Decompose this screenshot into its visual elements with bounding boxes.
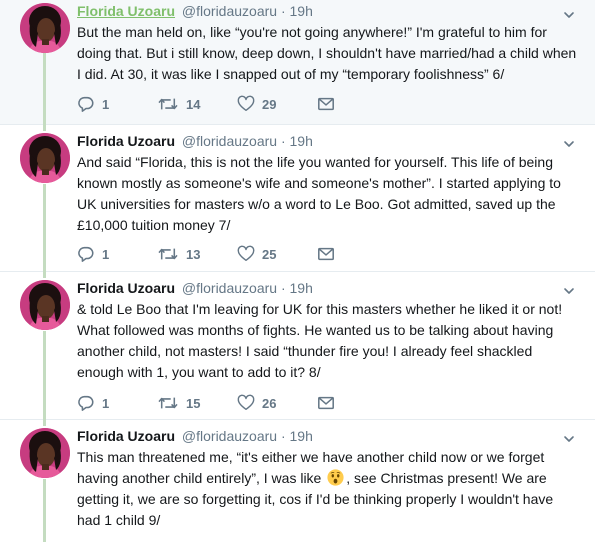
thread-line: [43, 420, 46, 426]
tweet-timestamp[interactable]: 19h: [290, 3, 313, 19]
reply-button[interactable]: 1: [77, 95, 157, 113]
chevron-down-icon[interactable]: [563, 137, 575, 149]
author-name[interactable]: Florida Uzoaru: [77, 428, 175, 444]
reply-count: 1: [102, 96, 110, 112]
avatar[interactable]: [20, 428, 70, 478]
tweet-text: But the man held on, like “you're not go…: [77, 24, 577, 82]
like-button[interactable]: 29: [237, 95, 317, 113]
avatar[interactable]: [20, 280, 70, 330]
retweet-button[interactable]: 13: [157, 245, 237, 263]
author-handle[interactable]: @floridauzoaru: [182, 133, 277, 149]
chevron-down-icon[interactable]: [563, 8, 575, 20]
thread-line: [43, 52, 46, 125]
tweet-header: Florida Uzoaru @floridauzoaru · 19h: [77, 428, 313, 444]
author-handle[interactable]: @floridauzoaru: [182, 280, 277, 296]
tweet-text: & told Le Boo that I'm leaving for UK fo…: [77, 301, 563, 380]
avatar[interactable]: [20, 133, 70, 183]
author-name[interactable]: Florida Uzoaru: [77, 133, 175, 149]
avatar[interactable]: [20, 3, 70, 53]
like-button[interactable]: 26: [237, 394, 317, 412]
reply-icon: [77, 394, 95, 412]
like-button[interactable]: 25: [237, 245, 317, 263]
thread-line: [43, 479, 46, 542]
tweet-timestamp[interactable]: 19h: [290, 428, 313, 444]
like-icon: [237, 95, 255, 113]
tweet[interactable]: Florida Uzoaru @floridauzoaru · 19h This…: [0, 420, 595, 542]
like-icon: [237, 394, 255, 412]
retweet-count: 13: [186, 246, 201, 262]
direct-message-button[interactable]: [317, 245, 335, 263]
thread-line: [43, 272, 46, 278]
tweet[interactable]: Florida Uzoaru @floridauzoaru · 19h & to…: [0, 272, 595, 420]
tweet-header: Florida Uzoaru @floridauzoaru · 19h: [77, 133, 313, 149]
chevron-down-icon[interactable]: [563, 284, 575, 296]
separator-dot: ·: [280, 133, 286, 149]
separator-dot: ·: [280, 428, 286, 444]
reply-button[interactable]: 1: [77, 245, 157, 263]
author-name[interactable]: Florida Uzoaru: [77, 280, 175, 296]
direct-message-icon: [317, 394, 335, 412]
reply-button[interactable]: 1: [77, 394, 157, 412]
reply-icon: [77, 245, 95, 263]
direct-message-button[interactable]: [317, 394, 335, 412]
tweet-timestamp[interactable]: 19h: [290, 133, 313, 149]
reply-count: 1: [102, 395, 110, 411]
tweet-header: Florida Uzoaru @floridauzoaru · 19h: [77, 280, 313, 296]
chevron-down-icon[interactable]: [563, 432, 575, 444]
direct-message-icon: [317, 95, 335, 113]
author-handle[interactable]: @floridauzoaru: [182, 3, 277, 19]
tweet-text: This man threatened me, “it's either we …: [77, 447, 577, 531]
retweet-icon: [157, 95, 179, 113]
retweet-button[interactable]: 14: [157, 95, 237, 113]
separator-dot: ·: [280, 280, 286, 296]
tweet-actions: 1 15 26: [77, 392, 335, 414]
tweet-text: And said “Florida, this is not the life …: [77, 154, 561, 233]
tweet[interactable]: Florida Uzoaru @floridauzoaru · 19h But …: [0, 0, 595, 125]
tweet-header: Florida Uzoaru @floridauzoaru · 19h: [77, 3, 313, 19]
author-handle[interactable]: @floridauzoaru: [182, 428, 277, 444]
author-name[interactable]: Florida Uzoaru: [77, 3, 175, 19]
like-icon: [237, 245, 255, 263]
reply-icon: [77, 95, 95, 113]
thread-line: [43, 184, 46, 272]
retweet-icon: [157, 394, 179, 412]
tweet[interactable]: Florida Uzoaru @floridauzoaru · 19h And …: [0, 125, 595, 272]
like-count: 29: [262, 96, 277, 112]
separator-dot: ·: [280, 3, 286, 19]
retweet-count: 14: [186, 96, 201, 112]
direct-message-icon: [317, 245, 335, 263]
direct-message-button[interactable]: [317, 95, 335, 113]
astonished-face-emoji: [327, 469, 344, 486]
tweet-timestamp[interactable]: 19h: [290, 280, 313, 296]
retweet-count: 15: [186, 395, 201, 411]
tweet-actions: 1 14 29: [77, 93, 335, 115]
retweet-icon: [157, 245, 179, 263]
thread-line: [43, 125, 46, 131]
thread-line: [43, 331, 46, 420]
like-count: 26: [262, 395, 277, 411]
like-count: 25: [262, 246, 277, 262]
retweet-button[interactable]: 15: [157, 394, 237, 412]
tweet-actions: 1 13 25: [77, 243, 335, 265]
reply-count: 1: [102, 246, 110, 262]
